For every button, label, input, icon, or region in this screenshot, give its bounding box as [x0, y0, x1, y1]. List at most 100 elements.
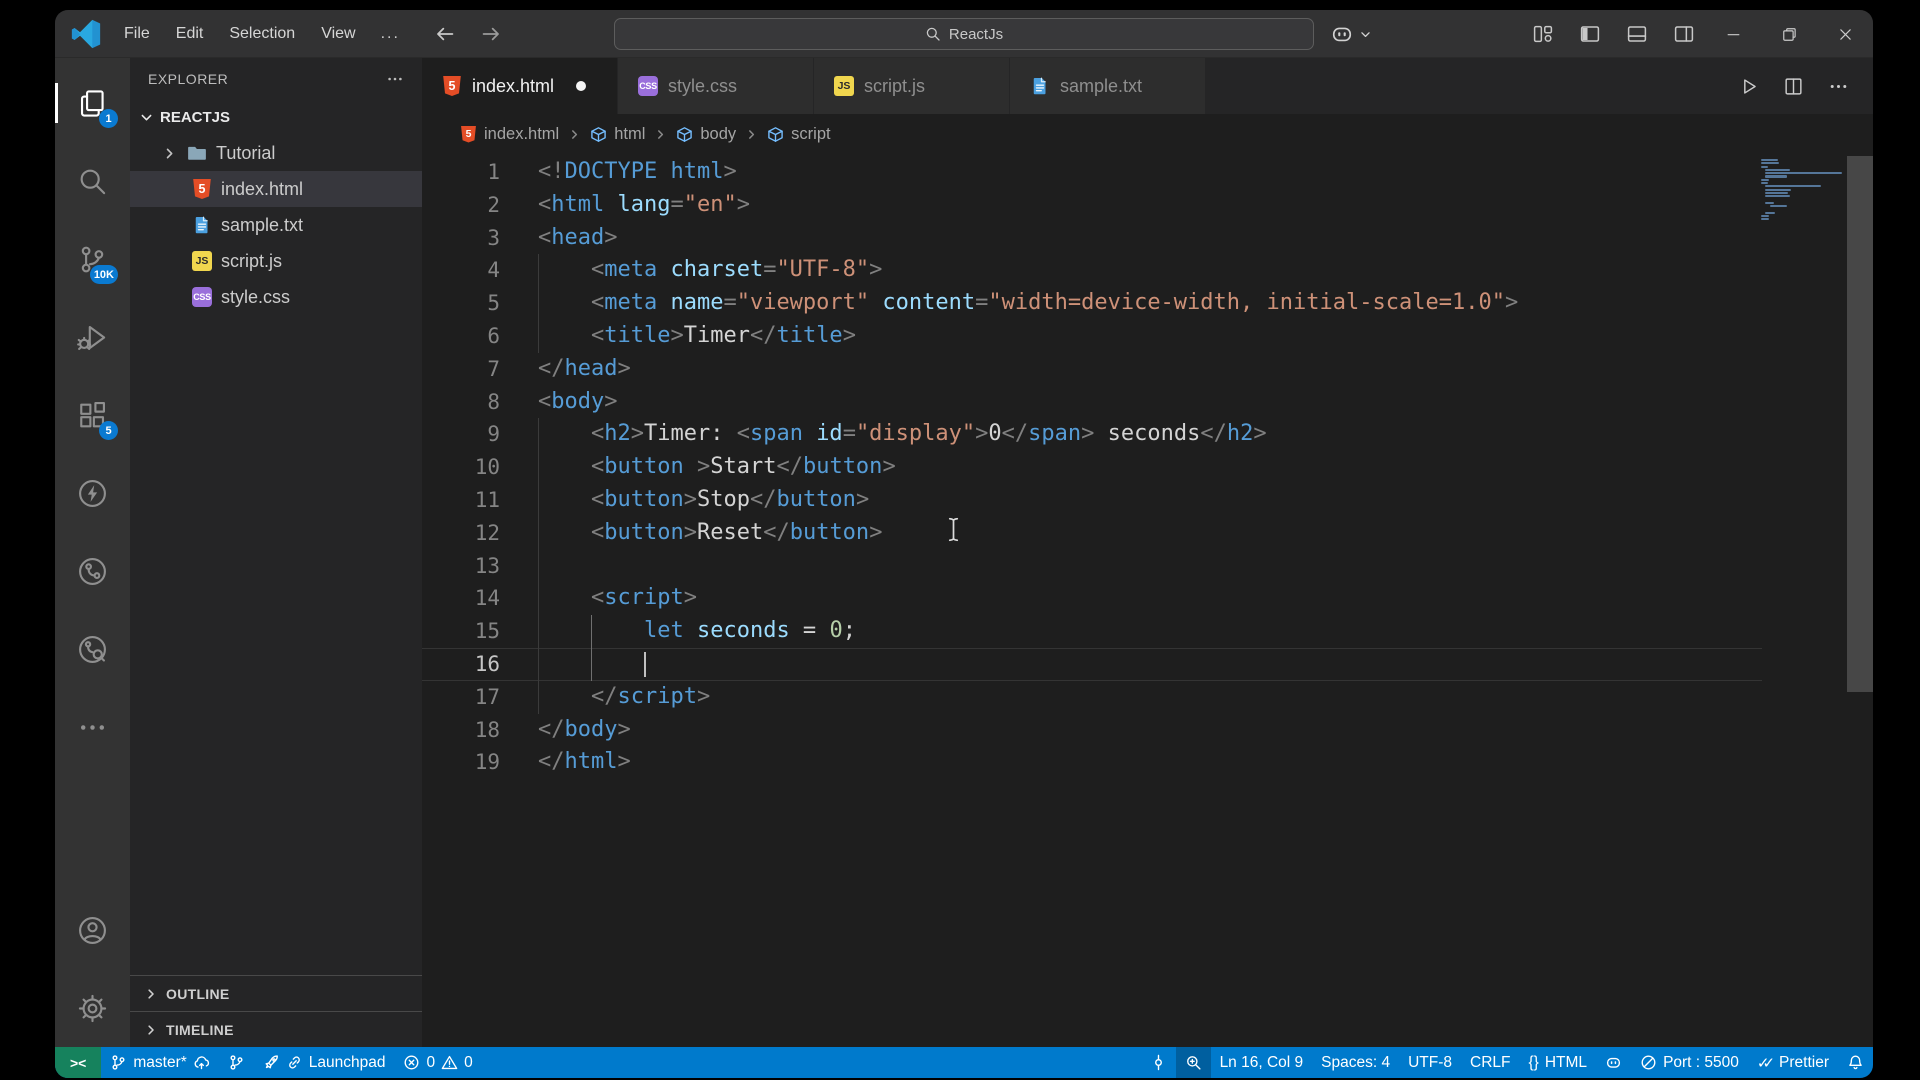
code-line-16[interactable]: 16 — [422, 647, 1762, 681]
code-line-18[interactable]: 18 </body> — [422, 714, 1762, 747]
explorer-item-script-js[interactable]: JS script.js — [130, 243, 422, 279]
activitybar-search[interactable] — [55, 142, 130, 220]
code-line-7[interactable]: 7 </head> — [422, 353, 1762, 386]
status-zoom-indicator[interactable] — [1175, 1047, 1211, 1078]
search-icon — [77, 166, 108, 197]
code-line-3[interactable]: 3 <head> — [422, 222, 1762, 255]
code-line-13[interactable]: 13 — [422, 549, 1762, 583]
status-live-server-port[interactable]: Port : 5500 — [1631, 1047, 1748, 1078]
activitybar-additional-views[interactable] — [55, 688, 130, 766]
status-text: {} — [1528, 1053, 1539, 1071]
activitybar-source-control[interactable]: 10K — [55, 220, 130, 298]
indent-guide — [538, 582, 539, 616]
sidebar-section-outline[interactable]: OUTLINE — [130, 975, 422, 1011]
code-line-10[interactable]: 10 <button >Start</button> — [422, 451, 1762, 484]
status-cursor-position[interactable]: Ln 16, Col 9 — [1211, 1047, 1313, 1078]
minimap[interactable] — [1761, 159, 1845, 221]
code-line-2[interactable]: 2 <html lang="en"> — [422, 189, 1762, 222]
tab-script-js[interactable]: JS script.js — [814, 58, 1010, 114]
command-center-search[interactable]: ReactJs — [614, 18, 1314, 50]
status-notifications[interactable] — [1838, 1047, 1873, 1078]
editor-scrollbar[interactable] — [1847, 154, 1873, 1047]
status-git-branch-status[interactable]: master* — [101, 1047, 218, 1078]
status-copilot-status[interactable] — [1596, 1047, 1631, 1078]
code-line-12[interactable]: 12 <button>Reset</button> — [422, 516, 1762, 550]
line-content: <head> — [538, 224, 618, 250]
layout-grid-icon[interactable] — [1532, 23, 1554, 45]
menu-view[interactable]: View — [308, 10, 368, 58]
status-launchpad[interactable]: Launchpad — [254, 1047, 395, 1078]
status-eol-sequence[interactable]: CRLF — [1461, 1047, 1519, 1078]
status-language-mode[interactable]: {} HTML — [1520, 1047, 1597, 1078]
file-label: script.js — [221, 250, 283, 271]
navigate-forward-icon[interactable] — [480, 23, 502, 45]
code-line-8[interactable]: 8 <body> — [422, 386, 1762, 419]
activitybar-live-share[interactable] — [55, 532, 130, 610]
scrollbar-slider[interactable] — [1847, 156, 1873, 692]
code-line-6[interactable]: 6 <title>Timer</title> — [422, 319, 1762, 353]
activitybar-explorer[interactable]: 1 — [55, 64, 130, 142]
breadcrumb-item-body[interactable]: body — [676, 125, 736, 144]
close-button[interactable] — [1817, 10, 1873, 58]
activitybar-code-inspect[interactable] — [55, 610, 130, 688]
code-line-11[interactable]: 11 <button>Stop</button> — [422, 483, 1762, 517]
activitybar-run-and-debug[interactable] — [55, 298, 130, 376]
code-line-15[interactable]: 15 let seconds = 0; — [422, 615, 1762, 648]
status-encoding[interactable]: UTF-8 — [1399, 1047, 1461, 1078]
layout-sidebar-icon[interactable] — [1579, 23, 1601, 45]
run-file-icon[interactable] — [1738, 76, 1759, 97]
cloud-upload-icon — [193, 1054, 210, 1071]
code-line-19[interactable]: 19 </html> — [422, 746, 1762, 779]
breadcrumb-item-script[interactable]: script — [767, 125, 831, 144]
modified-dot-icon[interactable] — [576, 81, 587, 91]
explorer-item-style-css[interactable]: CSS style.css — [130, 279, 422, 315]
breadcrumb-item-index-html[interactable]: 5 index.html — [460, 125, 559, 144]
status-source-control-graph[interactable] — [219, 1047, 254, 1078]
activitybar-thunder-client[interactable] — [55, 454, 130, 532]
minimize-button[interactable] — [1705, 10, 1761, 58]
breadcrumb-item-html[interactable]: html — [590, 125, 645, 144]
activitybar-settings[interactable] — [55, 969, 130, 1047]
status-prettier[interactable]: ✓✓ Prettier — [1748, 1047, 1838, 1078]
copilot-icon[interactable] — [1330, 22, 1354, 46]
workspace-root-folder[interactable]: REACTJS — [130, 100, 422, 135]
explorer-item-tutorial[interactable]: Tutorial — [130, 135, 422, 171]
code-line-14[interactable]: 14 <script> — [422, 582, 1762, 616]
status-problems[interactable]: 00 — [394, 1047, 481, 1078]
layout-sidebar-right-icon[interactable] — [1673, 23, 1695, 45]
navigate-back-icon[interactable] — [434, 23, 456, 45]
tab-style-css[interactable]: CSS style.css — [618, 58, 814, 114]
line-content — [538, 647, 1762, 681]
activitybar-extensions[interactable]: 5 — [55, 376, 130, 454]
code-line-4[interactable]: 4 <meta charset="UTF-8"> — [422, 254, 1762, 288]
code-line-5[interactable]: 5 <meta name="viewport" content="width=d… — [422, 287, 1762, 320]
status-bar: >< master* Launchpad 0 0 Ln 16, Col 9 Spaces:… — [55, 1047, 1873, 1078]
status-commit-indicator[interactable] — [1141, 1047, 1176, 1078]
more-actions-icon[interactable] — [1828, 76, 1849, 97]
branch-icon — [228, 1054, 245, 1071]
status-remote-indicator[interactable]: >< — [55, 1047, 102, 1078]
menu-file[interactable]: File — [111, 10, 163, 58]
chevron-down-icon[interactable] — [1359, 28, 1372, 41]
code-line-9[interactable]: 9 <h2>Timer: <span id="display">0</span>… — [422, 418, 1762, 452]
code-editor[interactable]: 1 <!DOCTYPE html> 2 <html lang="en"> 3 <head>… — [422, 154, 1873, 1047]
code-line-17[interactable]: 17 </script> — [422, 680, 1762, 714]
sidebar-section-timeline[interactable]: TIMELINE — [130, 1011, 422, 1047]
layout-panel-icon[interactable] — [1626, 23, 1648, 45]
status-indentation[interactable]: Spaces: 4 — [1312, 1047, 1399, 1078]
explorer-item-index-html[interactable]: 5 index.html — [130, 171, 422, 207]
restore-button[interactable] — [1761, 10, 1817, 58]
file-label: sample.txt — [221, 214, 304, 235]
tab-index-html[interactable]: 5 index.html — [422, 58, 618, 114]
menu-overflow[interactable]: ... — [369, 25, 412, 43]
explorer-item-sample-txt[interactable]: sample.txt — [130, 207, 422, 243]
menu-selection[interactable]: Selection — [216, 10, 308, 58]
activitybar-accounts[interactable] — [55, 891, 130, 969]
tab-sample-txt[interactable]: sample.txt — [1010, 58, 1206, 114]
indent-guide — [538, 647, 539, 681]
html-file-icon: 5 — [193, 179, 211, 199]
menu-edit[interactable]: Edit — [163, 10, 217, 58]
split-editor-icon[interactable] — [1783, 76, 1804, 97]
explorer-more-actions-icon[interactable] — [386, 70, 404, 88]
code-line-1[interactable]: 1 <!DOCTYPE html> — [422, 156, 1762, 189]
